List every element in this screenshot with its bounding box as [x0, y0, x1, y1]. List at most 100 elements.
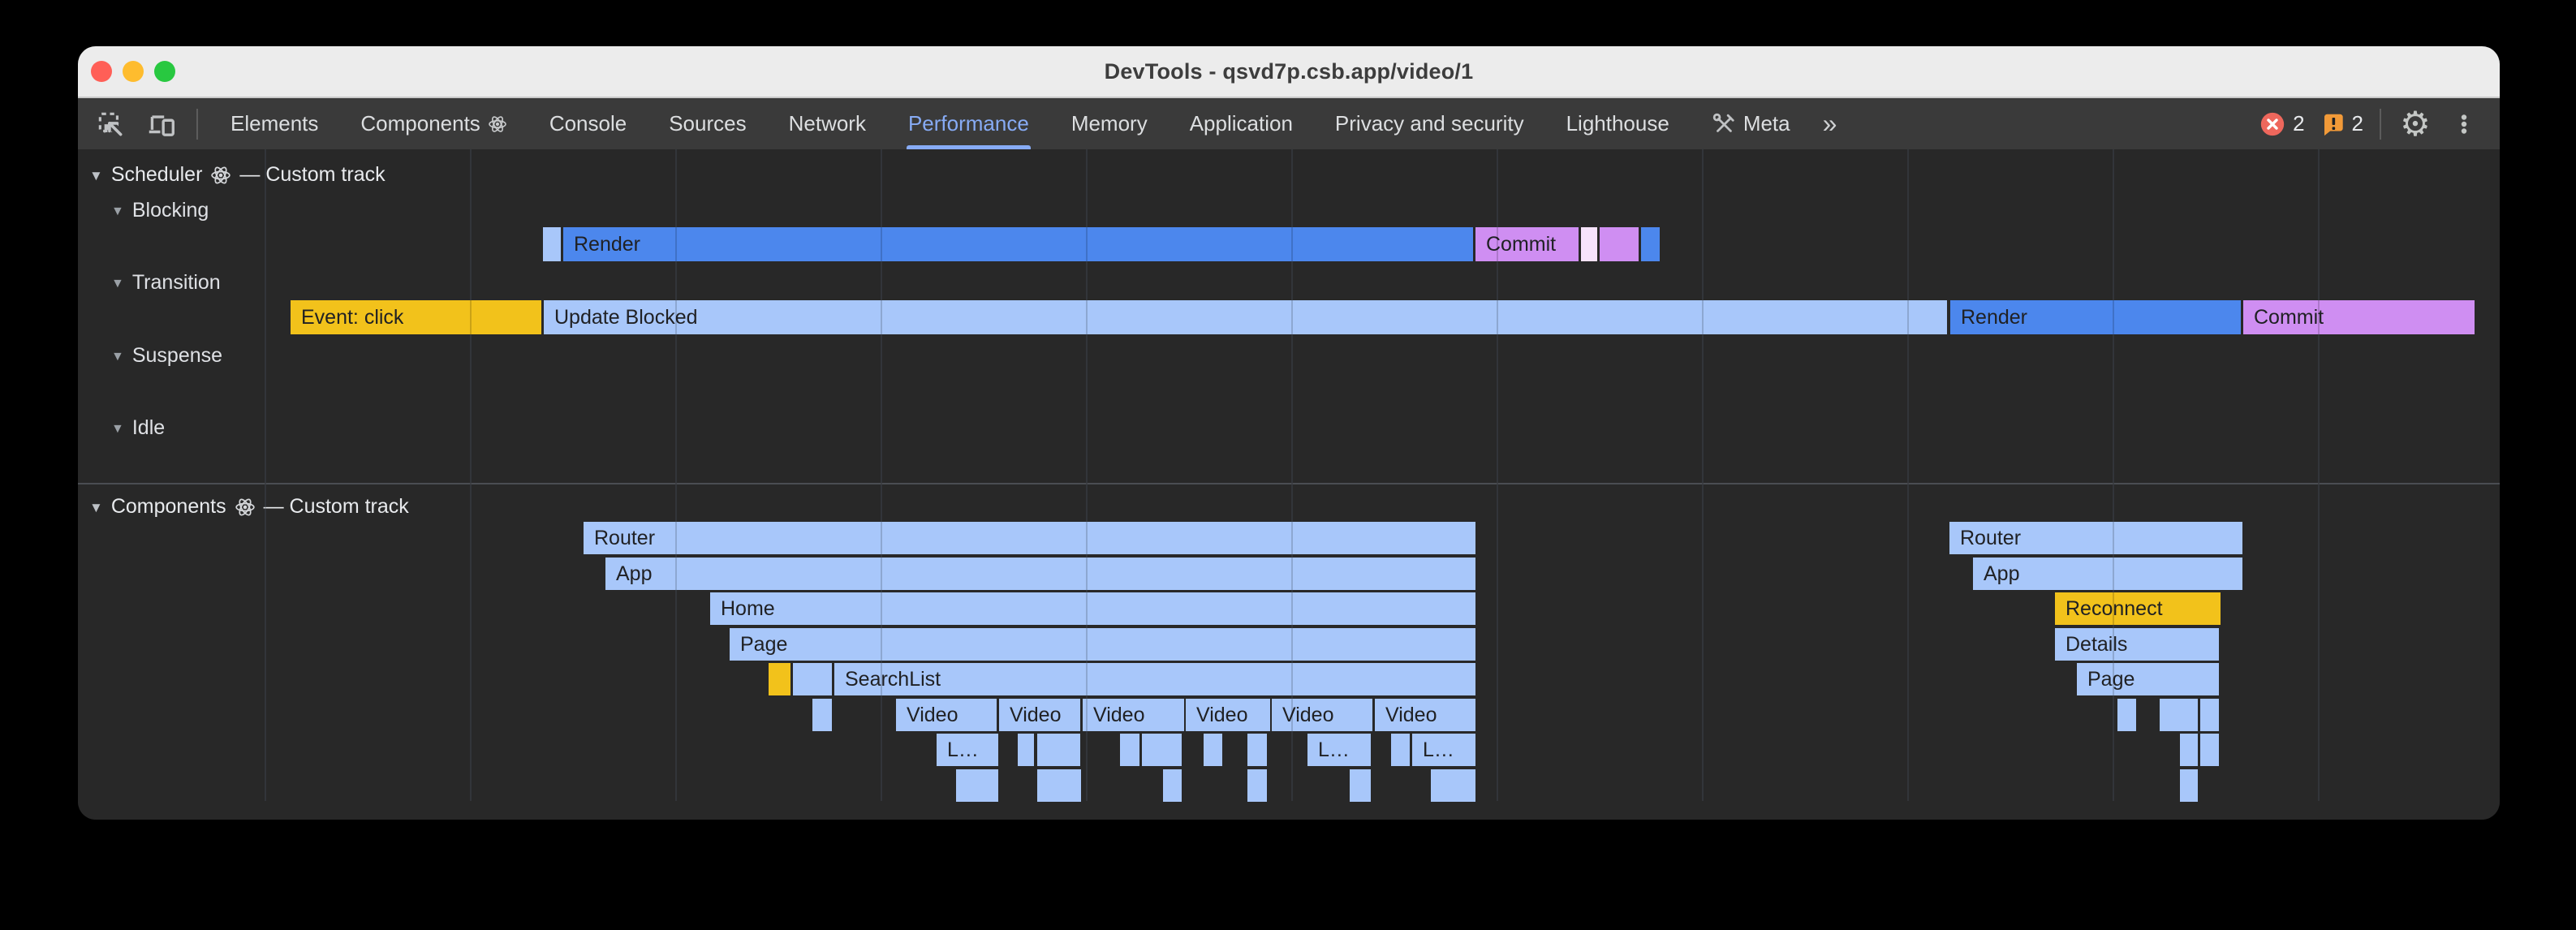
gridline-overlay — [1907, 149, 1909, 801]
bar-segment[interactable] — [1391, 734, 1410, 766]
bar-segment[interactable] — [1037, 734, 1080, 766]
row-label-suspense[interactable]: ▼Suspense — [111, 344, 222, 368]
warning-count: 2 — [2352, 111, 2363, 136]
bar-segment[interactable] — [2180, 734, 2198, 766]
bar-segment[interactable] — [793, 663, 832, 695]
bar-app[interactable]: App — [605, 558, 1475, 590]
bar-segment[interactable] — [1581, 227, 1597, 261]
error-count: 2 — [2293, 111, 2304, 136]
bar-page[interactable]: Page — [730, 628, 1475, 661]
bar-update-blocked[interactable]: Update Blocked — [544, 300, 1947, 334]
bar-label: L… — [937, 738, 979, 762]
bar-label: Reconnect — [2055, 597, 2163, 621]
bar-segment[interactable] — [2200, 734, 2219, 766]
bar-segment[interactable] — [1163, 769, 1182, 802]
tab-application[interactable]: Application — [1169, 98, 1314, 149]
bar-segment[interactable] — [2200, 699, 2219, 731]
bar-segment[interactable] — [2180, 769, 2198, 802]
disclosure-triangle-icon[interactable]: ▼ — [111, 205, 124, 219]
bar-segment[interactable] — [543, 227, 561, 261]
bar-render[interactable]: Render — [563, 227, 1473, 261]
bar-segment[interactable] — [1641, 227, 1660, 261]
bar-video[interactable]: Video — [1186, 699, 1270, 731]
tab-memory[interactable]: Memory — [1050, 98, 1169, 149]
bar-segment[interactable] — [1431, 769, 1475, 802]
disclosure-triangle-icon[interactable]: ▼ — [89, 168, 103, 184]
bar-segment[interactable] — [769, 663, 790, 695]
bar-app[interactable]: App — [1973, 558, 2242, 590]
bar-segment[interactable] — [1247, 734, 1267, 766]
bar-segment[interactable] — [1142, 734, 1182, 766]
bar-l[interactable]: L… — [1307, 734, 1371, 766]
bar-commit[interactable]: Commit — [2243, 300, 2475, 334]
bar-video[interactable]: Video — [1272, 699, 1372, 731]
row-label-blocking[interactable]: ▼Blocking — [111, 199, 209, 222]
bar-router[interactable]: Router — [1949, 522, 2242, 554]
bar-video[interactable]: Video — [1375, 699, 1475, 731]
row-label-idle[interactable]: ▼ Idle — [111, 416, 165, 440]
track-header-scheduler[interactable]: ▼Scheduler— Custom track — [89, 163, 386, 187]
row-label-text: Transition — [132, 271, 221, 295]
bar-video[interactable]: Video — [1083, 699, 1184, 731]
tab-privacy-and-security[interactable]: Privacy and security — [1314, 98, 1545, 149]
bar-searchlist[interactable]: SearchList — [834, 663, 1475, 695]
more-tabs-button[interactable]: » — [1811, 98, 1849, 149]
bar-l[interactable]: L… — [1412, 734, 1475, 766]
tab-elements[interactable]: Elements — [209, 98, 339, 149]
settings-button[interactable]: ⚙ — [2397, 106, 2433, 142]
bar-segment[interactable] — [1204, 734, 1222, 766]
bar-event-click[interactable]: Event: click — [291, 300, 541, 334]
disclosure-triangle-icon[interactable]: ▼ — [111, 350, 124, 364]
gridline-overlay — [2113, 149, 2114, 801]
bar-router[interactable]: Router — [584, 522, 1475, 554]
tools-icon — [1712, 112, 1736, 136]
tab-lighthouse[interactable]: Lighthouse — [1545, 98, 1691, 149]
bar-label: L… — [1307, 738, 1350, 762]
tab-meta[interactable]: Meta — [1691, 98, 1811, 149]
error-badge[interactable]: 2 — [2259, 110, 2304, 138]
bar-segment[interactable] — [2160, 699, 2198, 731]
bar-segment[interactable] — [812, 699, 832, 731]
disclosure-triangle-icon[interactable]: ▼ — [111, 277, 124, 291]
bar-segment[interactable] — [956, 769, 998, 802]
tab-components[interactable]: Components — [339, 98, 528, 149]
bar-page[interactable]: Page — [2077, 663, 2219, 695]
bar-segment[interactable] — [1350, 769, 1371, 802]
bar-reconnect[interactable]: Reconnect — [2055, 592, 2221, 625]
tab-network[interactable]: Network — [768, 98, 887, 149]
bar-label: Video — [1083, 704, 1145, 727]
bar-segment[interactable] — [1120, 734, 1139, 766]
customize-menu-button[interactable] — [2446, 106, 2482, 142]
tab-performance[interactable]: Performance — [887, 98, 1050, 149]
bar-segment[interactable] — [1037, 769, 1081, 802]
bar-label: Video — [1272, 704, 1334, 727]
row-label-transition[interactable]: ▼ Transition — [111, 271, 221, 295]
device-toolbar-button[interactable] — [143, 106, 179, 142]
disclosure-triangle-icon[interactable]: ▼ — [111, 422, 124, 437]
bar-render[interactable]: Render — [1950, 300, 2241, 334]
tab-label: Elements — [230, 111, 318, 136]
track-suffix: — Custom track — [239, 163, 385, 187]
track-header-components[interactable]: ▼Components— Custom track — [89, 495, 409, 519]
warning-badge[interactable]: 2 — [2318, 110, 2363, 138]
inspect-element-button[interactable] — [93, 106, 128, 142]
panel-tabs: ElementsComponentsConsoleSourcesNetworkP… — [209, 98, 1811, 149]
tab-label: Lighthouse — [1566, 111, 1669, 136]
bar-l[interactable]: L… — [937, 734, 998, 766]
bar-label: Render — [563, 233, 640, 256]
tab-console[interactable]: Console — [528, 98, 648, 149]
bar-details[interactable]: Details — [2055, 628, 2219, 661]
gridline-overlay — [1086, 149, 1088, 801]
bar-video[interactable]: Video — [999, 699, 1080, 731]
tab-sources[interactable]: Sources — [648, 98, 767, 149]
bar-video[interactable]: Video — [896, 699, 997, 731]
bar-home[interactable]: Home — [710, 592, 1475, 625]
bar-segment[interactable] — [2117, 699, 2136, 731]
disclosure-triangle-icon[interactable]: ▼ — [89, 500, 103, 516]
row-label-text: Idle — [132, 416, 165, 440]
bar-segment[interactable] — [1247, 769, 1267, 802]
tab-label: Privacy and security — [1335, 111, 1524, 136]
bar-segment[interactable] — [1600, 227, 1639, 261]
bar-segment[interactable] — [1018, 734, 1034, 766]
bar-commit[interactable]: Commit — [1475, 227, 1579, 261]
